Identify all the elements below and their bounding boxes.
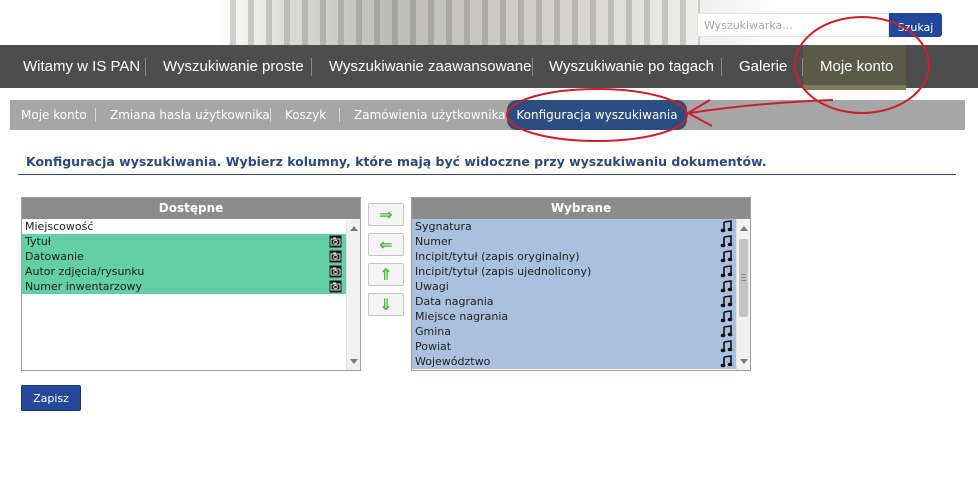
chosen-row-label: Incipit/tytuł (zapis ujednolicony) [415,265,592,278]
available-row-label: Numer inwentarzowy [25,280,143,293]
scroll-up-icon[interactable] [350,226,358,231]
chosen-row[interactable]: Incipit/tytuł (zapis ujednolicony) [412,264,736,279]
subnav-separator [339,108,340,122]
music-note-icon [720,250,733,263]
music-note-icon [720,310,733,323]
chosen-row-label: Gmina [415,325,452,338]
music-note-icon [720,235,733,248]
sub-nav-item-orders[interactable]: Zamówienia użytkownika [354,100,506,130]
main-nav-item-home[interactable]: Witamy w IS PAN [23,45,140,88]
nav-separator [802,58,803,76]
main-nav-item-simple-search[interactable]: Wyszukiwanie proste [163,45,304,88]
music-note-icon [720,265,733,278]
chosen-scrollbar[interactable] [736,220,750,370]
available-row[interactable]: Datowanie [22,249,360,264]
chosen-row-label: Data nagrania [415,295,494,308]
arrow-up-icon: ⇑ [379,265,393,284]
arrow-left-icon: ⇐ [379,235,393,254]
move-right-button[interactable]: ⇒ [368,203,404,226]
nav-separator [532,58,533,76]
available-scrollbar[interactable] [346,220,360,370]
chosen-row-label: Powiat [415,340,452,353]
available-row-label: Tytuł [25,235,51,248]
available-columns-panel: Dostępne Miejscowość Tytuł Datowanie Autor … [21,197,361,371]
scroll-up-icon[interactable] [740,226,748,231]
music-note-icon [720,340,733,353]
sub-nav-item-change-password[interactable]: Zmiana hasła użytkownika [110,100,270,130]
chosen-row-label: Numer [415,235,453,248]
chosen-row[interactable]: Uwagi [412,279,736,294]
arrow-down-icon: ⇓ [379,295,393,314]
sub-nav-item-cart[interactable]: Koszyk [285,100,326,130]
camera-icon [329,280,342,293]
subnav-separator [270,108,271,122]
chosen-row[interactable]: Województwo [412,354,736,369]
available-row[interactable]: Tytuł [22,234,360,249]
music-note-icon [720,355,733,368]
chosen-list[interactable]: Sygnatura Numer Incipit/tytuł (zapis orygi… [412,219,750,369]
music-note-icon [720,220,733,233]
search-input[interactable] [697,13,889,37]
chosen-row[interactable]: Incipit/tytuł (zapis oryginalny) [412,249,736,264]
chosen-row[interactable]: Gmina [412,324,736,339]
nav-separator [145,58,146,76]
available-row-label: Miejscowość [25,220,94,233]
available-row-label: Autor zdjęcia/rysunku [25,265,145,278]
sub-nav-item-search-config[interactable]: Konfiguracja wyszukiwania [507,100,687,130]
main-nav-item-my-account[interactable]: Moje konto [820,45,893,88]
nav-separator [311,58,312,76]
main-nav-item-tag-search[interactable]: Wyszukiwanie po tagach [549,45,714,88]
sub-nav-item-my-account[interactable]: Moje konto [21,100,87,130]
chosen-row-label: Miejsce nagrania [415,310,509,323]
chosen-row-label: Sygnatura [415,220,472,233]
sub-nav: Moje konto Zmiana hasła użytkownika Kosz… [10,100,965,130]
nav-separator [721,58,722,76]
camera-icon [329,250,342,263]
available-row[interactable]: Miejscowość [22,219,360,234]
grip-line [741,274,746,275]
move-down-button[interactable]: ⇓ [368,293,404,316]
title-divider [18,174,956,175]
main-nav-item-galleries[interactable]: Galerie [739,45,787,88]
building-photo [230,0,700,45]
available-row[interactable]: Autor zdjęcia/rysunku [22,264,360,279]
camera-icon [329,235,342,248]
main-nav: Witamy w IS PAN Wyszukiwanie proste Wysz… [0,45,978,88]
scroll-thumb[interactable] [739,239,748,317]
chosen-columns-panel: Wybrane Sygnatura Numer Incipit/tytuł (zap… [411,197,751,371]
chosen-row[interactable]: Miejsce nagrania [412,309,736,324]
available-row[interactable]: Numer inwentarzowy [22,279,360,294]
main-nav-active-indicator [803,85,906,90]
available-list[interactable]: Miejscowość Tytuł Datowanie Autor zdjęcia/r… [22,219,360,294]
move-up-button[interactable]: ⇑ [368,263,404,286]
subnav-separator [95,108,96,122]
music-note-icon [720,295,733,308]
chosen-row-label: Województwo [415,355,491,368]
search-button[interactable]: Szukaj [889,13,942,37]
music-note-icon [720,325,733,338]
chosen-row[interactable]: Sygnatura [412,219,736,234]
camera-icon [329,265,342,278]
chosen-row[interactable]: Powiat [412,339,736,354]
chosen-row-label: Incipit/tytuł (zapis oryginalny) [415,250,580,263]
chosen-row[interactable]: Numer [412,234,736,249]
grip-line [741,277,746,278]
scroll-down-icon[interactable] [350,359,358,364]
available-row-label: Datowanie [25,250,84,263]
arrow-right-icon: ⇒ [379,205,393,224]
available-header: Dostępne [22,198,360,219]
chosen-header: Wybrane [412,198,750,219]
move-left-button[interactable]: ⇐ [368,233,404,256]
main-nav-item-advanced-search[interactable]: Wyszukiwanie zaawansowane [329,45,531,88]
scroll-down-icon[interactable] [740,359,748,364]
page-title: Konfiguracja wyszukiwania. Wybierz kolum… [26,154,767,169]
chosen-row[interactable]: Data nagrania [412,294,736,309]
save-button[interactable]: Zapisz [21,385,81,411]
chosen-row-label: Uwagi [415,280,449,293]
music-note-icon [720,280,733,293]
grip-line [741,280,746,281]
